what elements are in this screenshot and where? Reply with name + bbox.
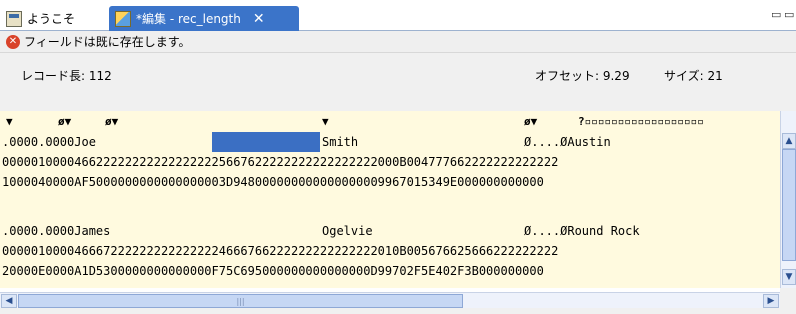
record-field[interactable]: Smith: [322, 132, 358, 152]
vertical-scroll-thumb[interactable]: [782, 149, 796, 261]
offset-label: オフセット: 9.29: [535, 69, 630, 83]
column-marker[interactable]: ø▼: [58, 115, 71, 128]
record-field[interactable]: Ø....ØRound Rock: [524, 221, 640, 241]
column-header-row: ▼ ø▼ ø▼ ▼ ø▼ ?▫▫▫▫▫▫▫▫▫▫▫▫▫▫▫▫▫▫: [0, 111, 780, 131]
horizontal-scroll-thumb[interactable]: |||: [18, 294, 463, 308]
error-message-bar: ✕ フィールドは既に存在します。: [0, 31, 796, 53]
hex-numeric-row[interactable]: 1000040000AF5000000000000000003D94800000…: [2, 172, 544, 192]
record-text-row[interactable]: .0000.0000James: [2, 221, 110, 241]
editor-tab-bar: ようこそ *編集 - rec_length ✕ ▭ ▭: [0, 0, 796, 31]
vertical-scrollbar[interactable]: ▲ ▼: [780, 111, 796, 288]
scroll-right-icon[interactable]: ▶: [763, 294, 779, 308]
edit-icon: [115, 10, 131, 27]
column-marker[interactable]: ø▼: [105, 115, 118, 128]
scroll-down-icon[interactable]: ▼: [782, 269, 796, 285]
scroll-left-icon[interactable]: ◀: [1, 294, 17, 308]
record-text-row[interactable]: .0000.0000Joe: [2, 132, 96, 152]
record-field[interactable]: .0000.0000Joe: [2, 135, 96, 149]
hex-zone-row[interactable]: 0000010000466222222222222222225667622222…: [2, 152, 558, 172]
scroll-up-icon[interactable]: ▲: [782, 133, 796, 149]
restore-icon[interactable]: ▭: [784, 8, 794, 21]
tab-rec-length-label: *編集 - rec_length: [136, 12, 241, 26]
horizontal-scrollbar[interactable]: ◀ ||| ▶: [0, 292, 780, 308]
hex-numeric-row[interactable]: 20000E0000A1D5300000000000000F75C6950000…: [2, 261, 544, 281]
column-marker[interactable]: ø▼: [524, 115, 537, 128]
record-field[interactable]: .0000.0000James: [2, 224, 110, 238]
tab-welcome-label: ようこそ: [27, 12, 76, 26]
welcome-icon: [6, 10, 22, 27]
field-selection-highlight[interactable]: [212, 132, 320, 152]
bottom-edge: [0, 308, 796, 314]
record-field[interactable]: Ø....ØAustin: [524, 132, 611, 152]
column-marker[interactable]: ▼: [322, 115, 329, 128]
column-marker[interactable]: ▼: [6, 115, 13, 128]
record-info-bar: レコード長: 112 オフセット: 9.29 サイズ: 21: [0, 53, 796, 111]
error-icon: ✕: [6, 34, 20, 49]
minimize-icon[interactable]: ▭: [771, 8, 781, 21]
column-marker[interactable]: ?▫▫▫▫▫▫▫▫▫▫▫▫▫▫▫▫▫▫: [578, 115, 704, 128]
record-length-label: レコード長: 112: [21, 69, 112, 83]
size-label: サイズ: 21: [664, 69, 723, 83]
tab-welcome[interactable]: ようこそ: [2, 6, 108, 31]
record-field[interactable]: Ogelvie: [322, 221, 373, 241]
tab-rec-length[interactable]: *編集 - rec_length ✕: [109, 6, 299, 31]
hex-zone-row[interactable]: 0000010000466672222222222222224666766222…: [2, 241, 558, 261]
error-message-text: フィールドは既に存在します。: [24, 35, 191, 49]
hex-data-area[interactable]: ▼ ø▼ ø▼ ▼ ø▼ ?▫▫▫▫▫▫▫▫▫▫▫▫▫▫▫▫▫▫ .0000.0…: [0, 111, 780, 288]
close-icon[interactable]: ✕: [253, 11, 265, 27]
